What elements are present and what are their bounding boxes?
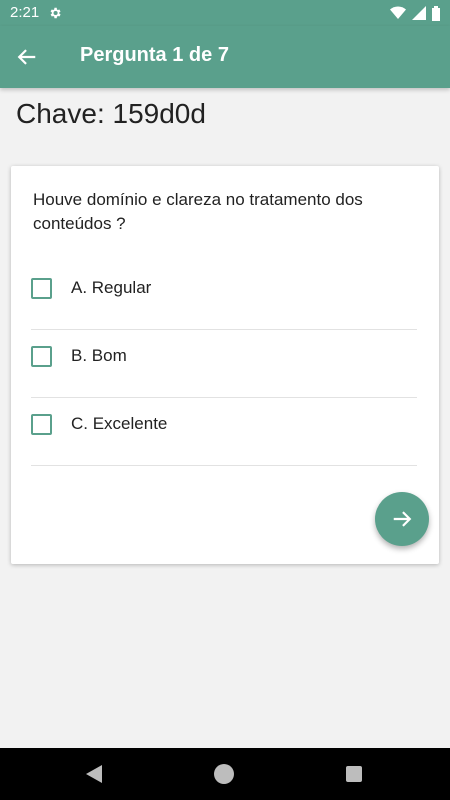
next-button[interactable] xyxy=(375,492,429,546)
nav-back-icon[interactable] xyxy=(86,765,102,783)
checkbox[interactable] xyxy=(31,414,52,435)
divider xyxy=(31,397,417,398)
arrow-right-icon xyxy=(393,511,412,527)
arrow-left-icon xyxy=(17,49,36,65)
question-text: Houve domínio e clareza no tratamento do… xyxy=(33,190,363,233)
option-label: C. Excelente xyxy=(71,414,168,433)
status-bar: 2:21 xyxy=(0,0,450,26)
option-a[interactable]: A. Regular xyxy=(11,264,439,330)
question-card: Houve domínio e clareza no tratamento do… xyxy=(11,166,439,564)
divider xyxy=(31,465,417,466)
wifi-icon xyxy=(390,6,406,19)
status-icons xyxy=(390,5,440,21)
checkbox[interactable] xyxy=(31,346,52,367)
nav-home-icon[interactable] xyxy=(214,764,234,784)
option-label: A. Regular xyxy=(71,278,152,297)
option-b[interactable]: B. Bom xyxy=(11,332,439,398)
signal-icon xyxy=(412,6,426,20)
back-button[interactable] xyxy=(16,44,46,70)
navigation-bar xyxy=(0,748,450,800)
page-title: Pergunta 1 de 7 xyxy=(80,44,229,66)
checkbox[interactable] xyxy=(31,278,52,299)
status-time: 2:21 xyxy=(10,4,40,21)
key-label: Chave: 159d0d xyxy=(16,98,206,129)
option-label: B. Bom xyxy=(71,346,127,365)
divider xyxy=(31,329,417,330)
battery-icon xyxy=(432,5,440,21)
nav-recents-icon[interactable] xyxy=(346,766,362,782)
app-bar: Pergunta 1 de 7 xyxy=(0,26,450,88)
option-c[interactable]: C. Excelente xyxy=(11,400,439,466)
gear-icon xyxy=(50,7,61,19)
